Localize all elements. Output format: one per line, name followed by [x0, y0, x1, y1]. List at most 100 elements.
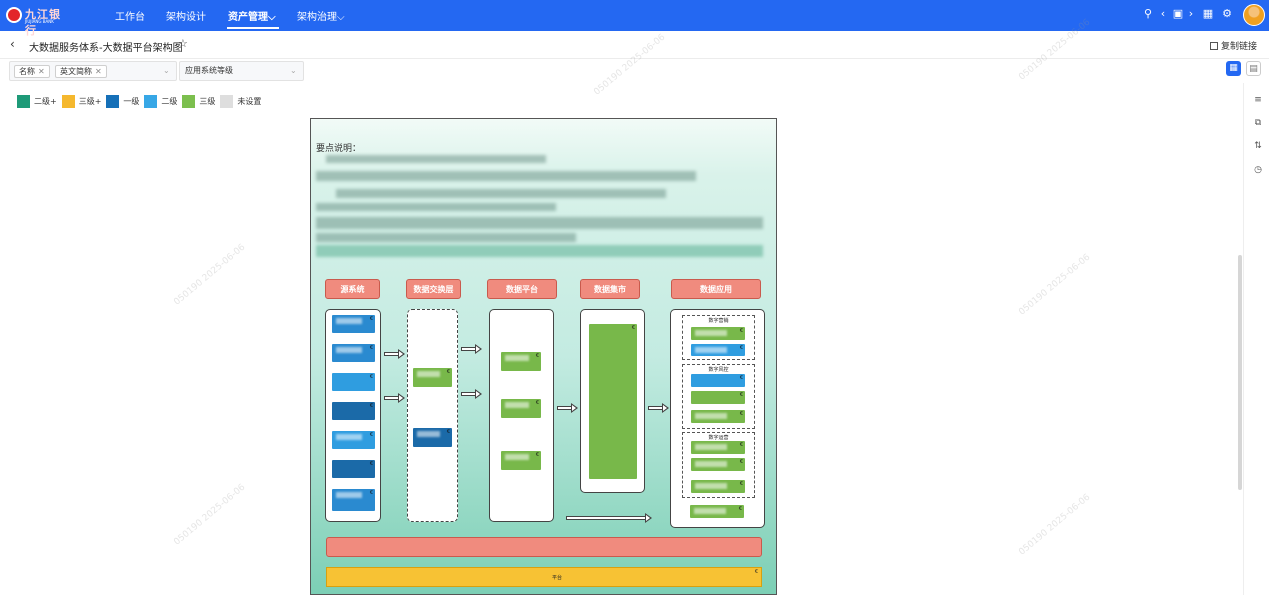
- settings-icon[interactable]: ⚙: [1220, 7, 1234, 21]
- chip-remove-icon[interactable]: ✕: [95, 67, 102, 76]
- source-systems-column: € € € € € € €: [325, 309, 381, 522]
- data-mart-block[interactable]: €: [589, 324, 637, 479]
- app-group-operations: 数字运营 € € €: [682, 432, 755, 498]
- flow-arrow: [461, 344, 482, 354]
- favorite-star-icon[interactable]: ☆: [178, 37, 188, 50]
- notes-panel: 要点说明：: [316, 141, 763, 257]
- legend-item: 二级: [144, 95, 177, 108]
- group-label: 数字营销: [708, 318, 729, 324]
- source-system-block[interactable]: €: [332, 344, 375, 362]
- user-avatar[interactable]: [1243, 4, 1265, 26]
- data-application-column: 数字营销 € € 数字风控 € € € 数字运营 € € € €: [670, 309, 765, 528]
- compare-tool-icon[interactable]: ⇅: [1253, 141, 1263, 151]
- bottom-support-bar[interactable]: 平台 €: [326, 567, 762, 587]
- back-arrow-icon[interactable]: ‹: [10, 37, 15, 51]
- group-label: 数字运营: [708, 435, 729, 441]
- legend-swatch: [17, 95, 30, 108]
- legend-item: 一级: [106, 95, 139, 108]
- system-level-placeholder: 应用系统等级: [185, 66, 233, 75]
- flow-arrow: [566, 513, 652, 523]
- nav-architecture-governance[interactable]: 架构治理⌵: [297, 8, 345, 23]
- history-icon[interactable]: ◷: [1253, 165, 1263, 175]
- vertical-scrollbar[interactable]: [1238, 255, 1242, 490]
- section-data-application: 数据应用: [671, 279, 761, 299]
- source-system-block[interactable]: €: [332, 460, 375, 478]
- grid-view-icon[interactable]: ▦: [1226, 61, 1241, 76]
- application-block[interactable]: €: [691, 327, 745, 340]
- nav-architecture-design[interactable]: 架构设计: [166, 8, 206, 23]
- nav-asset-management[interactable]: 资产管理⌵: [228, 8, 276, 23]
- org-chart-icon[interactable]: ▦: [1201, 7, 1215, 21]
- flow-arrow: [384, 393, 405, 403]
- legend-item: 三级+: [61, 95, 102, 108]
- source-system-block[interactable]: €: [332, 373, 375, 391]
- bank-logo[interactable]: 九江银行 JIUJIANG BANK: [6, 5, 72, 37]
- field-multiselect[interactable]: 名称 ✕ 英文简称 ✕ ⌄: [9, 61, 177, 81]
- data-platform-column: € € €: [489, 309, 554, 522]
- legend-label: 一级: [123, 97, 140, 106]
- chevron-left-icon[interactable]: ‹: [1156, 7, 1170, 21]
- app-group-marketing: 数字营销 € €: [682, 315, 755, 360]
- chevron-right-icon[interactable]: ›: [1184, 7, 1198, 21]
- nav-workbench[interactable]: 工作台: [115, 8, 145, 23]
- source-system-block[interactable]: €: [332, 402, 375, 420]
- application-block[interactable]: €: [691, 458, 745, 471]
- chip-remove-icon[interactable]: ✕: [38, 67, 45, 76]
- table-view-icon[interactable]: ▤: [1246, 61, 1261, 76]
- data-mart-column: €: [580, 309, 645, 493]
- flow-arrow: [648, 403, 669, 413]
- legend-item: 二级+: [17, 95, 57, 108]
- exchange-block[interactable]: €: [413, 428, 452, 447]
- legend-label: 二级+: [34, 97, 57, 106]
- right-tool-rail: ≡ ⧉ ⇅ ◷: [1243, 83, 1269, 595]
- legend-label: 三级: [199, 97, 216, 106]
- support-bar-marker: €: [754, 569, 758, 575]
- legend-label: 三级+: [78, 97, 102, 106]
- flow-arrow: [557, 403, 578, 413]
- source-system-block[interactable]: €: [332, 431, 375, 449]
- support-bar-label: 平台: [552, 575, 563, 581]
- application-block[interactable]: €: [691, 391, 745, 404]
- copy-link-button[interactable]: 复制链接: [1210, 39, 1257, 52]
- section-data-exchange: 数据交换层: [406, 279, 461, 299]
- application-block[interactable]: €: [691, 410, 745, 423]
- group-label: 数字风控: [708, 367, 729, 373]
- legend-swatch: [220, 95, 234, 108]
- application-block[interactable]: €: [691, 441, 745, 454]
- notes-title: 要点说明：: [316, 144, 362, 154]
- application-block[interactable]: €: [691, 374, 745, 387]
- window-icon[interactable]: ▣: [1171, 7, 1185, 21]
- application-block[interactable]: €: [691, 344, 745, 356]
- flow-arrow: [384, 349, 405, 359]
- source-system-block[interactable]: €: [332, 489, 375, 511]
- logo-mark-icon: [6, 7, 22, 23]
- application-block[interactable]: €: [690, 505, 744, 518]
- search-icon[interactable]: ⚲: [1141, 7, 1155, 21]
- chip-english-abbr-label: 英文简称: [60, 67, 92, 76]
- copy-tool-icon[interactable]: ⧉: [1253, 118, 1263, 128]
- source-system-block[interactable]: €: [332, 315, 375, 333]
- platform-block[interactable]: €: [501, 399, 541, 418]
- bottom-platform-bar[interactable]: [326, 537, 762, 557]
- chevron-down-icon: ⌄: [163, 66, 170, 75]
- legend-swatch: [61, 95, 75, 108]
- chip-english-abbr[interactable]: 英文简称 ✕: [55, 65, 107, 78]
- legend-item: 三级: [182, 95, 215, 108]
- platform-block[interactable]: €: [501, 451, 541, 470]
- chip-name[interactable]: 名称 ✕: [14, 65, 50, 78]
- page-title: 大数据服务体系-大数据平台架构图: [29, 43, 183, 54]
- platform-block[interactable]: €: [501, 352, 541, 371]
- exchange-block[interactable]: €: [413, 368, 452, 387]
- watermark: 050190 2025-06-06: [1017, 252, 1093, 318]
- chip-name-label: 名称: [19, 67, 35, 76]
- legend-swatch: [144, 95, 158, 108]
- legend-swatch: [182, 95, 196, 108]
- architecture-diagram: 要点说明： 源系统 数据交换层 数据平台 数据集市 数据应用 € € € € €…: [310, 118, 777, 595]
- application-block[interactable]: €: [691, 480, 745, 493]
- watermark: 050190 2025-06-06: [172, 242, 248, 308]
- copy-link-label: 复制链接: [1221, 42, 1258, 52]
- external-link-icon: [1210, 42, 1218, 50]
- text-tool-icon[interactable]: ≡: [1253, 95, 1263, 105]
- legend-label: 二级: [161, 97, 178, 106]
- app-group-risk: 数字风控 € € €: [682, 364, 755, 429]
